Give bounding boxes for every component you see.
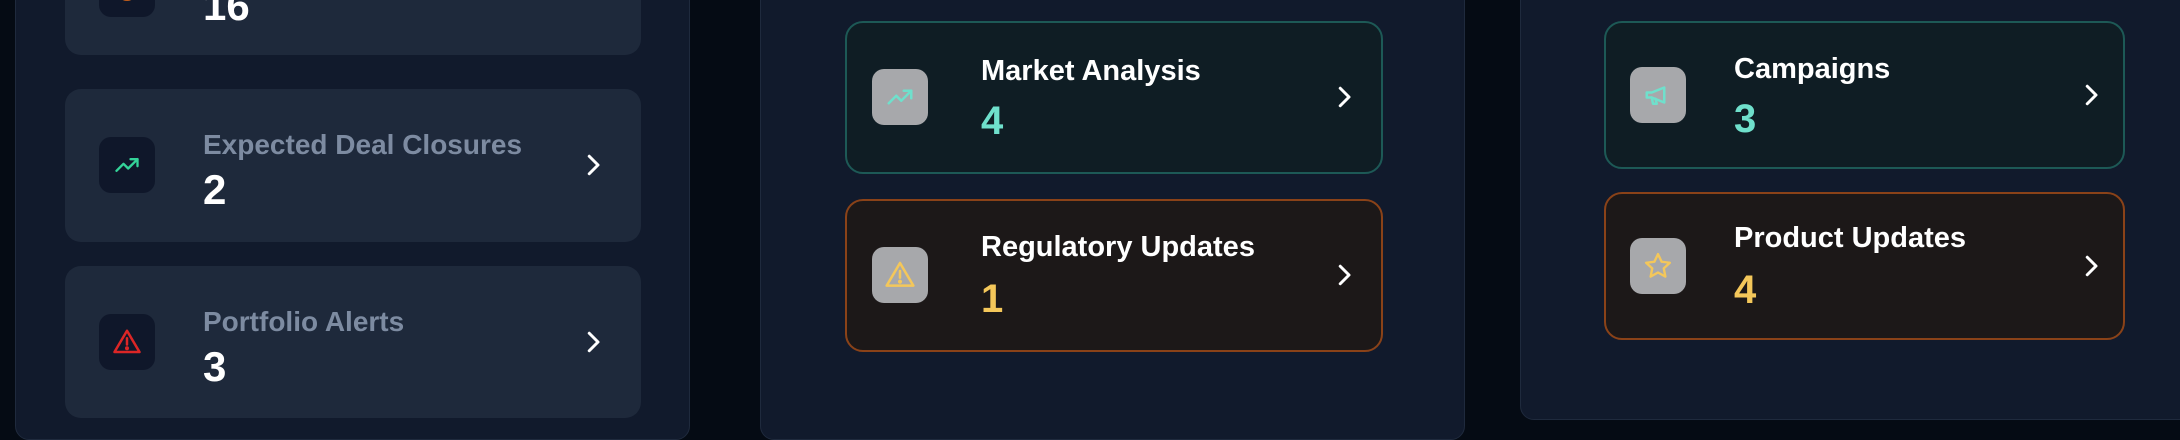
card-value: 4	[1734, 268, 1757, 312]
stat-value: 2	[203, 166, 227, 213]
card-value: 4	[981, 99, 1004, 143]
warning-triangle-icon	[872, 247, 928, 303]
card-label: Campaigns	[1734, 53, 1891, 85]
card-value: 3	[1734, 97, 1757, 141]
stat-label: Expected Deal Closures	[203, 129, 523, 160]
trending-up-icon	[872, 69, 928, 125]
right-panel: Campaigns 3 Product Updates 4	[1520, 0, 2180, 420]
card-value: 1	[981, 277, 1004, 321]
star-icon	[1630, 238, 1686, 294]
stat-card-expected-deal-closures[interactable]: Expected Deal Closures 2	[65, 89, 641, 242]
chevron-right-icon	[587, 154, 600, 176]
card-regulatory-updates[interactable]: Regulatory Updates 1	[845, 199, 1383, 352]
stat-card-top[interactable]: 16	[65, 0, 641, 55]
card-label: Market Analysis	[981, 55, 1201, 87]
card-market-analysis[interactable]: Market Analysis 4	[845, 21, 1383, 174]
alert-circle-icon	[99, 0, 155, 17]
chevron-right-icon	[2085, 255, 2098, 277]
chevron-right-icon	[1338, 86, 1351, 108]
card-label: Product Updates	[1734, 222, 1967, 254]
stat-card-portfolio-alerts[interactable]: Portfolio Alerts 3	[65, 266, 641, 418]
megaphone-icon	[1630, 67, 1686, 123]
trending-up-icon	[99, 137, 155, 193]
card-label: Regulatory Updates	[981, 231, 1255, 263]
middle-panel: Market Analysis 4 Regulatory Updates 1	[760, 0, 1465, 440]
card-product-updates[interactable]: Product Updates 4	[1604, 192, 2125, 340]
stat-label: Portfolio Alerts	[203, 306, 405, 337]
stat-value: 16	[203, 0, 250, 29]
card-campaigns[interactable]: Campaigns 3	[1604, 21, 2125, 169]
chevron-right-icon	[1338, 264, 1351, 286]
warning-triangle-icon	[99, 314, 155, 370]
chevron-right-icon	[2085, 84, 2098, 106]
left-panel: 16 Expected Deal Closures 2 Portfolio Al…	[15, 0, 690, 440]
chevron-right-icon	[587, 331, 600, 353]
stat-value: 3	[203, 343, 227, 390]
